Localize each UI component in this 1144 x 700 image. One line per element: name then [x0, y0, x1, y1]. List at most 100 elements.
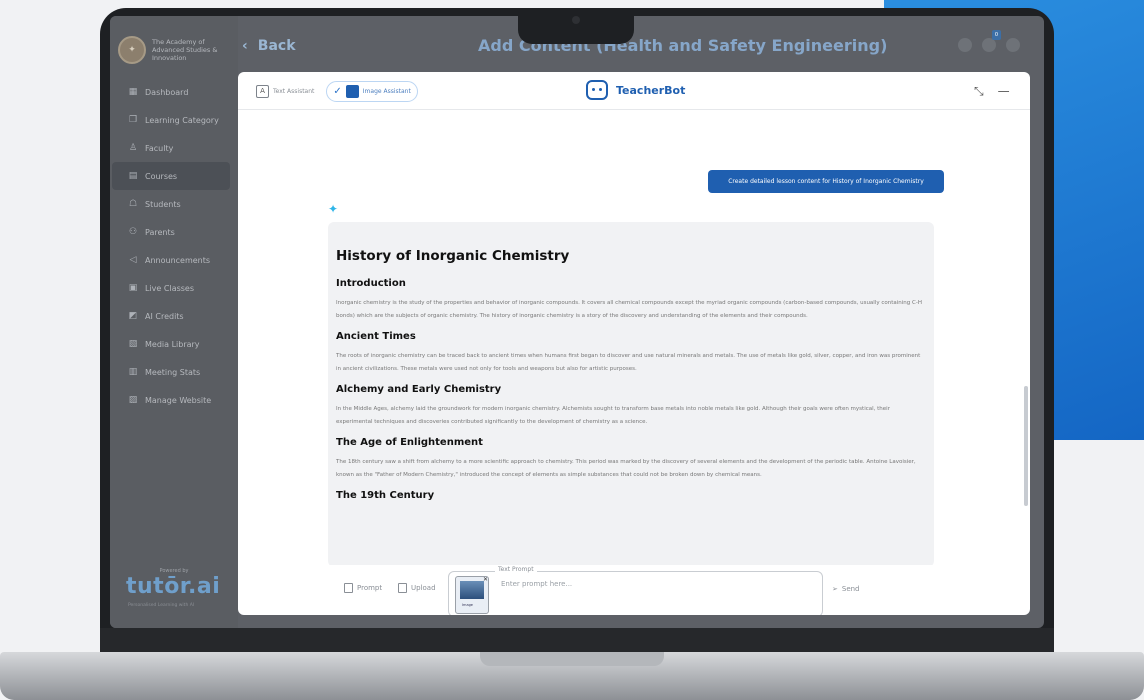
- category-icon: ❒: [128, 115, 138, 125]
- composer: Prompt Upload Text Prompt Image ✕ ➢Send: [238, 565, 1030, 615]
- sidebar-item-label: Students: [145, 199, 181, 209]
- sparkle-icon: ✦: [328, 202, 339, 216]
- section-heading: Ancient Times: [336, 331, 416, 342]
- megaphone-icon: ◁: [129, 255, 137, 265]
- send-icon: ➢: [832, 585, 838, 593]
- brand-name: TeacherBot: [616, 83, 686, 97]
- prompt-button[interactable]: Prompt: [344, 583, 382, 593]
- laptop-base: [0, 652, 1144, 700]
- back-button[interactable]: ‹ Back: [242, 38, 296, 54]
- screen: ✦ The Academy of Advanced Studies & Inno…: [110, 16, 1044, 628]
- sidebar-item-label: Parents: [145, 227, 175, 237]
- tab-image-assistant[interactable]: ✓ Image Assistant: [326, 80, 418, 102]
- robot-icon: [586, 80, 608, 100]
- sidebar-item-label: Meeting Stats: [145, 367, 201, 377]
- minimize-icon[interactable]: —: [998, 84, 1010, 99]
- camera-notch: [518, 10, 634, 44]
- send-label: Send: [841, 585, 860, 593]
- sidebar-item-dashboard[interactable]: ▦ Dashboard: [112, 78, 230, 106]
- grid-icon: ▦: [128, 87, 138, 97]
- header-actions: ⤡ —: [974, 84, 1010, 99]
- sidebar-item-label: AI Credits: [145, 311, 184, 321]
- camera-icon: [572, 16, 580, 24]
- section-body: The 18th century saw a shift from alchem…: [336, 459, 916, 478]
- teacherbot-brand: TeacherBot: [586, 80, 685, 100]
- sidebar-item-label: Live Classes: [145, 283, 195, 293]
- section-body: The roots of inorganic chemistry can be …: [336, 353, 921, 372]
- sidebar-item-parents[interactable]: ⚇ Parents: [112, 218, 230, 246]
- attachment-image: [460, 581, 484, 599]
- video-icon: ▣: [128, 283, 138, 293]
- chat-area: Create detailed lesson content for Histo…: [238, 110, 1030, 565]
- upload-label: Upload: [411, 584, 436, 592]
- sidebar-item-courses[interactable]: ▤ Courses: [112, 162, 230, 190]
- sidebar-item-announcements[interactable]: ◁ Announcements: [112, 246, 230, 274]
- credits-icon: ◩: [128, 311, 138, 321]
- top-bar: ‹ Back Add Content (Health and Safety Eng…: [238, 16, 1044, 72]
- parents-icon: ⚇: [128, 227, 138, 237]
- website-icon: ▨: [128, 395, 138, 405]
- image-assistant-icon: [345, 84, 359, 98]
- media-icon: ▧: [128, 339, 138, 349]
- school-name: The Academy of Advanced Studies & Innova…: [152, 38, 218, 62]
- tutor-ai-logo: tutōr.ai: [126, 574, 221, 599]
- upload-button[interactable]: Upload: [398, 583, 436, 593]
- sidebar-item-label: Media Library: [145, 339, 200, 349]
- section-heading: Alchemy and Early Chemistry: [336, 384, 502, 395]
- sidebar-item-label: Courses: [145, 171, 178, 181]
- sidebar-item-faculty[interactable]: ♙ Faculty: [112, 134, 230, 162]
- sidebar-item-meeting-stats[interactable]: ▥ Meeting Stats: [112, 358, 230, 386]
- scrollbar[interactable]: [1024, 386, 1028, 506]
- send-button[interactable]: ➢ Send: [832, 585, 860, 593]
- sidebar-item-media-library[interactable]: ▧ Media Library: [112, 330, 230, 358]
- sidebar-item-manage-website[interactable]: ▨ Manage Website: [112, 386, 230, 414]
- section-heading: The 19th Century: [336, 490, 435, 501]
- back-label: Back: [257, 38, 296, 54]
- school-header: ✦ The Academy of Advanced Studies & Inno…: [110, 16, 238, 74]
- brand-tagline: Personalised Learning with AI: [128, 603, 195, 608]
- sidebar-item-label: Manage Website: [145, 395, 212, 405]
- prompt-icon: [344, 583, 353, 593]
- sidebar-item-label: Faculty: [145, 143, 174, 153]
- chevron-left-icon: ‹: [242, 38, 248, 54]
- modal-header: A Text Assistant ✓ Image Assistant Teach…: [238, 72, 1030, 110]
- tab-text-assistant[interactable]: A Text Assistant: [250, 82, 320, 101]
- collapse-icon[interactable]: ⤡: [974, 84, 984, 99]
- text-assistant-icon: A: [256, 84, 269, 98]
- school-logo-icon: ✦: [118, 36, 146, 64]
- bulb-icon[interactable]: [958, 38, 972, 52]
- teacherbot-modal: A Text Assistant ✓ Image Assistant Teach…: [238, 72, 1030, 615]
- sidebar-item-label: Dashboard: [145, 87, 189, 97]
- person-icon: ♙: [128, 143, 138, 153]
- answer-title: History of Inorganic Chemistry: [336, 248, 570, 264]
- section-body: In the Middle Ages, alchemy laid the gro…: [336, 406, 890, 425]
- check-icon: ✓: [333, 85, 342, 97]
- stats-icon: ▥: [128, 367, 138, 377]
- bell-icon[interactable]: [982, 38, 996, 52]
- upload-icon: [398, 583, 407, 593]
- sidebar: ✦ The Academy of Advanced Studies & Inno…: [110, 16, 238, 628]
- sidebar-item-students[interactable]: ☖ Students: [112, 190, 230, 218]
- bot-answer: History of Inorganic Chemistry Introduct…: [328, 222, 934, 565]
- sidebar-item-ai-credits[interactable]: ◩ AI Credits: [112, 302, 230, 330]
- sidebar-item-label: Announcements: [145, 255, 211, 265]
- settings-icon[interactable]: [1006, 38, 1020, 52]
- remove-attachment-icon[interactable]: ✕: [483, 577, 488, 583]
- sidebar-item-label: Learning Category: [145, 115, 219, 125]
- assistant-toggle: A Text Assistant ✓ Image Assistant: [250, 80, 418, 102]
- section-heading: The Age of Enlightenment: [336, 437, 483, 448]
- student-icon: ☖: [128, 199, 138, 209]
- sidebar-item-learning-category[interactable]: ❒ Learning Category: [112, 106, 230, 134]
- book-icon: ▤: [128, 171, 138, 181]
- section-heading: Introduction: [336, 278, 406, 289]
- sidebar-item-live-classes[interactable]: ▣ Live Classes: [112, 274, 230, 302]
- notification-badge: 0: [992, 30, 1001, 40]
- user-message-bubble: Create detailed lesson content for Histo…: [708, 170, 944, 193]
- prompt-input[interactable]: [501, 580, 801, 588]
- attachment-thumbnail[interactable]: Image ✕: [455, 576, 489, 614]
- prompt-legend: Text Prompt: [495, 566, 537, 573]
- prompt-box: Text Prompt Image ✕: [448, 566, 823, 615]
- section-body: Inorganic chemistry is the study of the …: [336, 300, 922, 319]
- tab-label: Text Assistant: [273, 87, 315, 95]
- laptop-groove: [480, 652, 664, 666]
